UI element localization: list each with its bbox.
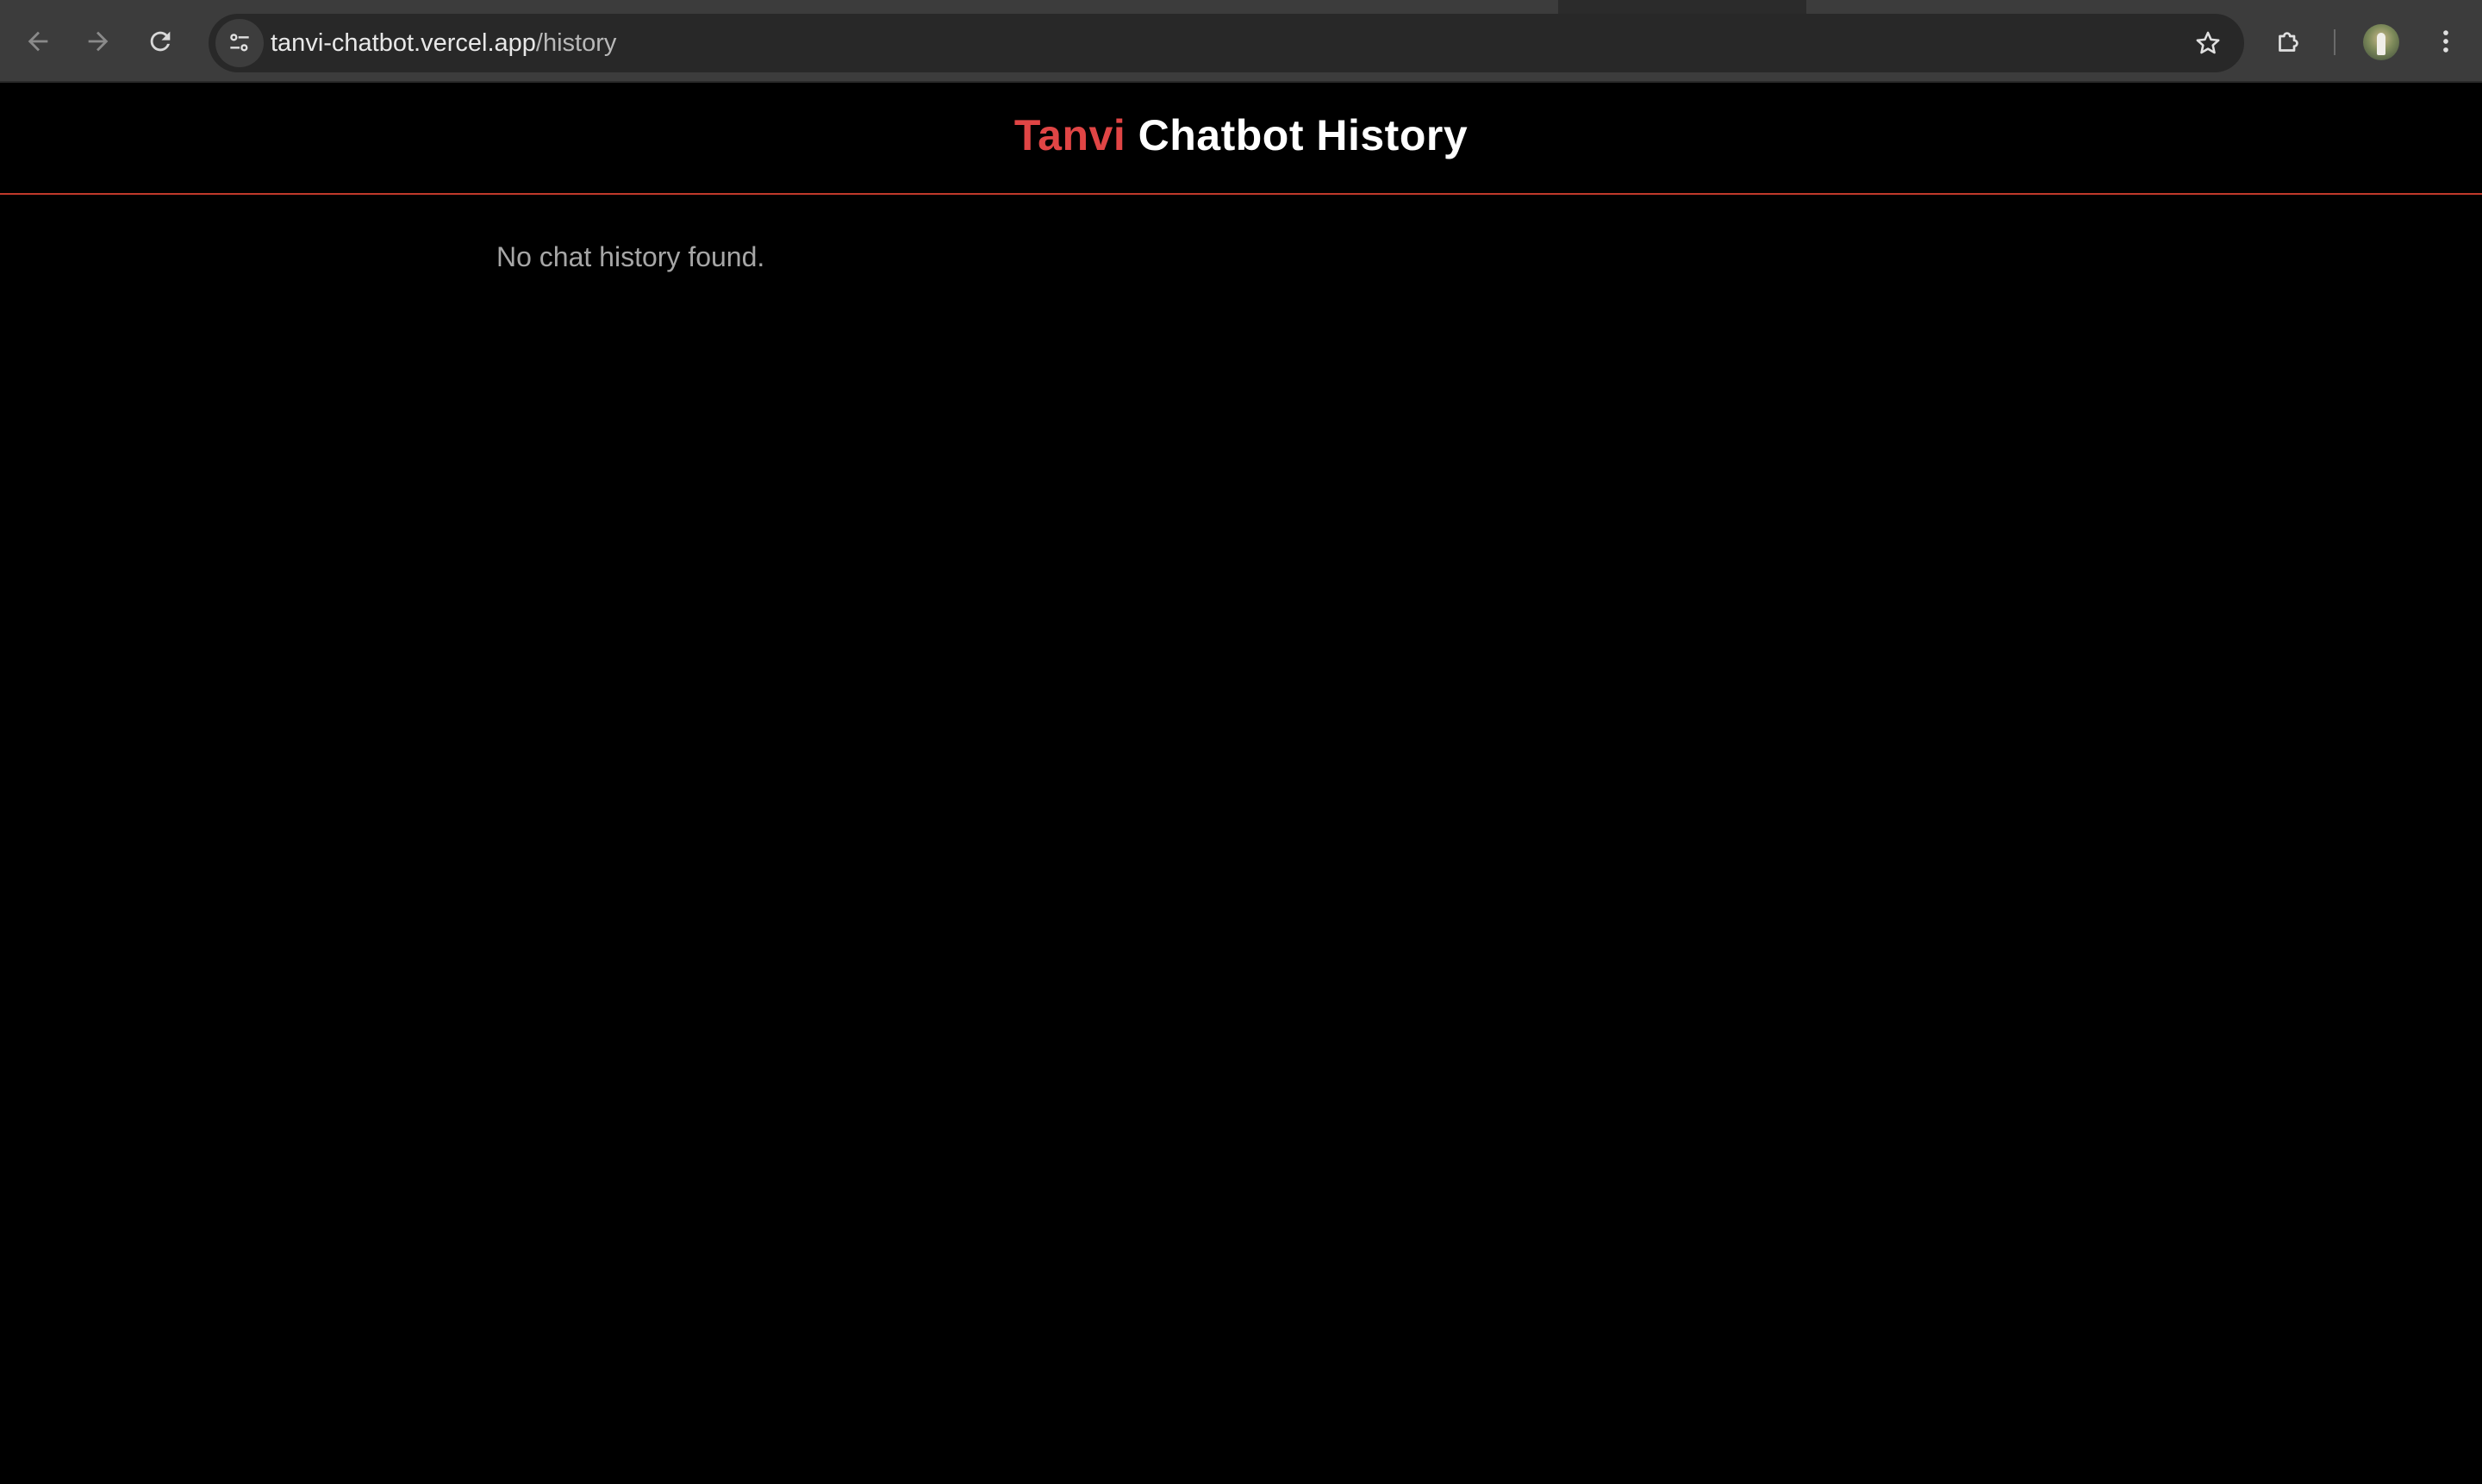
address-bar[interactable]: tanvi-chatbot.vercel.app/history <box>209 14 2244 72</box>
page-content: Tanvi Chatbot History No chat history fo… <box>0 83 2482 1484</box>
url-path: /history <box>535 29 617 57</box>
tune-icon <box>230 34 249 52</box>
tab-strip-segment <box>0 0 1558 14</box>
back-button[interactable] <box>14 17 62 65</box>
reload-button[interactable] <box>136 17 184 65</box>
arrow-left-icon <box>28 31 48 52</box>
toolbar-divider <box>2334 29 2335 55</box>
avatar[interactable] <box>2363 24 2399 60</box>
empty-history-message: No chat history found. <box>496 241 765 272</box>
reload-icon <box>150 31 171 52</box>
puzzle-icon <box>2279 32 2298 52</box>
browser-menu-button[interactable] <box>2422 17 2470 65</box>
tab-strip-segment <box>1806 0 2482 14</box>
bookmark-button[interactable] <box>2184 19 2232 67</box>
page-title: Tanvi Chatbot History <box>1014 110 1468 160</box>
brand-name: Tanvi <box>1013 111 1126 159</box>
kebab-menu-icon <box>2443 30 2448 53</box>
site-info-button[interactable] <box>215 19 264 67</box>
url-text[interactable]: tanvi-chatbot.vercel.app/history <box>271 14 616 72</box>
extensions-button[interactable] <box>2265 17 2313 65</box>
url-host: tanvi-chatbot.vercel.app <box>271 29 536 57</box>
star-icon <box>2196 31 2220 54</box>
browser-toolbar: tanvi-chatbot.vercel.app/history <box>0 0 2482 83</box>
avatar-figure <box>2377 33 2385 55</box>
title-text: Chatbot History <box>1126 111 1469 159</box>
forward-button[interactable] <box>74 17 122 65</box>
arrow-right-icon <box>88 31 109 52</box>
app-header: Tanvi Chatbot History <box>0 83 2482 195</box>
